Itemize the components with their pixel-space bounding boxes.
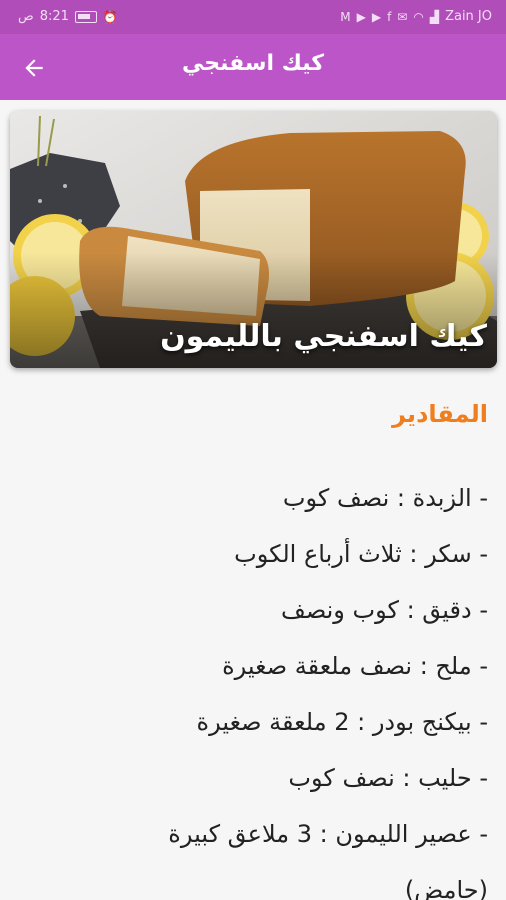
list-item: - دقيق : كوب ونصف bbox=[280, 596, 488, 624]
signal-icon: ▟ bbox=[429, 9, 440, 24]
status-right: M ▶ ▶ f ✉ ◠ ▟ Zain JO bbox=[340, 9, 492, 24]
facebook-icon: f bbox=[387, 9, 392, 24]
app-bar: كيك اسفنجي bbox=[0, 34, 506, 100]
list-item: - الزبدة : نصف كوب bbox=[282, 484, 488, 512]
list-item: - سكر : ثلاث أرباع الكوب bbox=[234, 540, 488, 568]
list-item: (حامض) bbox=[404, 876, 488, 900]
status-ampm: ص bbox=[18, 9, 34, 24]
gmail-icon: M bbox=[340, 9, 351, 24]
hero-image-card[interactable]: كيك اسفنجي بالليمون bbox=[10, 111, 497, 368]
list-item: - بيكنج بودر : 2 ملعقة صغيرة bbox=[196, 708, 488, 736]
ingredients-heading: المقادير bbox=[392, 400, 488, 428]
hero-caption: كيك اسفنجي بالليمون bbox=[160, 319, 487, 354]
ingredients-list: - الزبدة : نصف كوب - سكر : ثلاث أرباع ال… bbox=[18, 470, 488, 900]
mail-icon: ✉ bbox=[397, 9, 408, 24]
wifi-icon: ◠ bbox=[413, 9, 424, 24]
status-bar: ص 8:21 ⏰ M ▶ ▶ f ✉ ◠ ▟ Zain JO bbox=[0, 0, 506, 34]
page-title: كيك اسفنجي bbox=[181, 51, 325, 76]
battery-icon bbox=[74, 10, 97, 23]
list-item: - حليب : نصف كوب bbox=[288, 764, 488, 792]
status-left: ص 8:21 ⏰ bbox=[18, 9, 118, 24]
alarm-icon: ⏰ bbox=[102, 9, 118, 24]
list-item: - عصير الليمون : 3 ملاعق كبيرة bbox=[168, 820, 488, 848]
play-icon-2: ▶ bbox=[371, 9, 382, 24]
list-item: - ملح : نصف ملعقة صغيرة bbox=[222, 652, 488, 680]
status-time: 8:21 bbox=[39, 9, 69, 24]
play-icon: ▶ bbox=[356, 9, 366, 24]
carrier-name: Zain JO bbox=[445, 9, 492, 24]
